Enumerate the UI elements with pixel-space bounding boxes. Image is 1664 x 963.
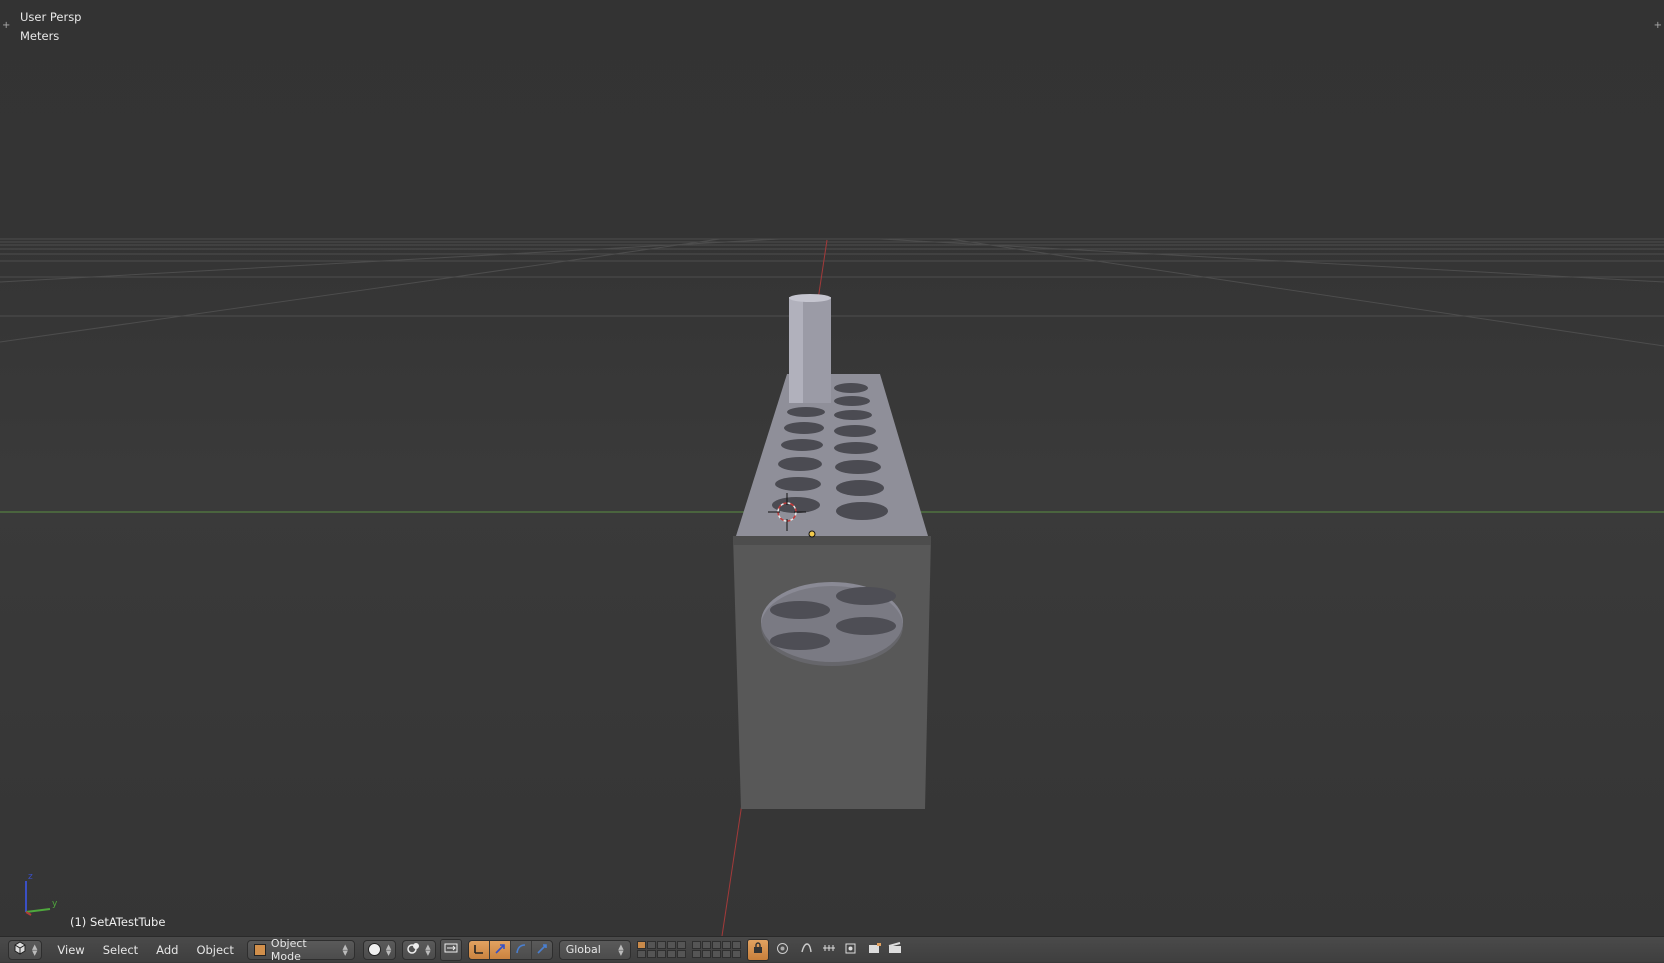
viewport-shading-selector[interactable]: ▲ ▼: [362, 939, 397, 960]
menu-view[interactable]: View: [48, 940, 93, 960]
layer-button[interactable]: [636, 941, 646, 949]
layer-button[interactable]: [691, 950, 701, 958]
menu-object[interactable]: Object: [187, 940, 242, 960]
opengl-render-button[interactable]: [865, 940, 885, 960]
gizmo-y-label: y: [52, 899, 58, 909]
lock-icon: [752, 942, 764, 957]
editor-type-selector[interactable]: ▲ ▼: [8, 939, 43, 960]
layer-button[interactable]: [701, 941, 711, 949]
view-name-label: User Persp: [20, 10, 82, 24]
solid-shading-icon: [367, 943, 381, 956]
manipulator-extra[interactable]: [532, 941, 552, 959]
pivot-icon: [407, 942, 420, 958]
layer-button[interactable]: [666, 950, 676, 958]
scale-arrow-icon: [536, 943, 548, 958]
snap-target-icon: [844, 942, 857, 958]
layer-button[interactable]: [636, 950, 646, 958]
lock-to-scene-toggle[interactable]: [746, 938, 769, 961]
layer-button[interactable]: [731, 941, 741, 949]
clapperboard-icon: [888, 942, 902, 957]
scene-layers-group-2[interactable]: [691, 941, 741, 958]
mode-label: Object Mode: [270, 936, 307, 963]
gizmo-z-label: z: [28, 872, 33, 882]
3d-viewport[interactable]: User Persp Meters z y (1) SetATestTube +…: [0, 0, 1664, 936]
orientation-label: Global: [565, 943, 601, 956]
viewport-header: ▲ ▼ View Select Add Object Object Mode ▲ ▼…: [0, 936, 1664, 963]
test-tube-rack-mesh[interactable]: [733, 294, 931, 809]
layer-button[interactable]: [656, 950, 666, 958]
camera-icon: [868, 942, 882, 957]
snap-toggle[interactable]: [819, 940, 839, 960]
pivot-point-selector[interactable]: ▲ ▼: [402, 939, 436, 960]
layer-button[interactable]: [701, 950, 711, 958]
layer-button[interactable]: [646, 941, 656, 949]
chevron-updown-icon: ▲ ▼: [342, 942, 348, 957]
layer-button[interactable]: [676, 950, 686, 958]
snap-element-icon: [822, 942, 836, 957]
manipulator-toggle[interactable]: [439, 938, 462, 961]
axis-gizmo: [25, 881, 51, 916]
menu-add[interactable]: Add: [147, 940, 187, 960]
layer-button[interactable]: [676, 941, 686, 949]
snap-target-selector[interactable]: [841, 940, 861, 960]
floor-grid: [0, 238, 1664, 347]
chevron-updown-icon: ▲ ▼: [618, 942, 624, 957]
mode-selector[interactable]: Object Mode ▲ ▼: [246, 936, 355, 963]
layer-button[interactable]: [721, 950, 731, 958]
transform-manipulators: [467, 939, 553, 960]
opengl-animation-button[interactable]: [885, 940, 905, 960]
rotate-manipulator[interactable]: [489, 940, 511, 959]
falloff-curve-icon: [800, 942, 813, 958]
rotate-arrow-icon: [494, 943, 506, 958]
layer-button[interactable]: [711, 941, 721, 949]
menu-select[interactable]: Select: [94, 940, 147, 960]
layer-button[interactable]: [666, 941, 676, 949]
area-split-handle-left[interactable]: +: [2, 20, 10, 31]
3d-view-icon: [13, 941, 27, 958]
translate-manipulator[interactable]: [468, 940, 490, 959]
curve-icon: [515, 943, 527, 958]
object-mode-icon: [253, 943, 266, 956]
manipulator-icon: [444, 942, 458, 957]
falloff-selector[interactable]: [797, 940, 817, 960]
area-split-handle-right[interactable]: +: [1654, 20, 1662, 31]
scene-canvas[interactable]: [0, 0, 1664, 936]
layer-button[interactable]: [656, 941, 666, 949]
layer-button[interactable]: [721, 941, 731, 949]
scale-manipulator[interactable]: [511, 940, 532, 959]
translate-arrow-icon: [473, 943, 485, 958]
active-object-name: (1) SetATestTube: [70, 915, 166, 929]
chevron-updown-icon: ▲ ▼: [425, 942, 431, 957]
object-origin[interactable]: [808, 530, 816, 538]
layer-button[interactable]: [711, 950, 721, 958]
chevron-updown-icon: ▲ ▼: [385, 942, 392, 957]
transform-orientation-selector[interactable]: Global ▲ ▼: [558, 939, 631, 960]
units-label: Meters: [20, 29, 60, 43]
chevron-updown-icon: ▲ ▼: [32, 942, 38, 957]
layer-button[interactable]: [646, 950, 656, 958]
layer-button[interactable]: [731, 950, 741, 958]
proportional-editing-toggle[interactable]: [773, 940, 793, 960]
proportional-edit-icon: [776, 942, 789, 958]
layer-button[interactable]: [691, 941, 701, 949]
scene-layers-group-1[interactable]: [636, 941, 686, 958]
